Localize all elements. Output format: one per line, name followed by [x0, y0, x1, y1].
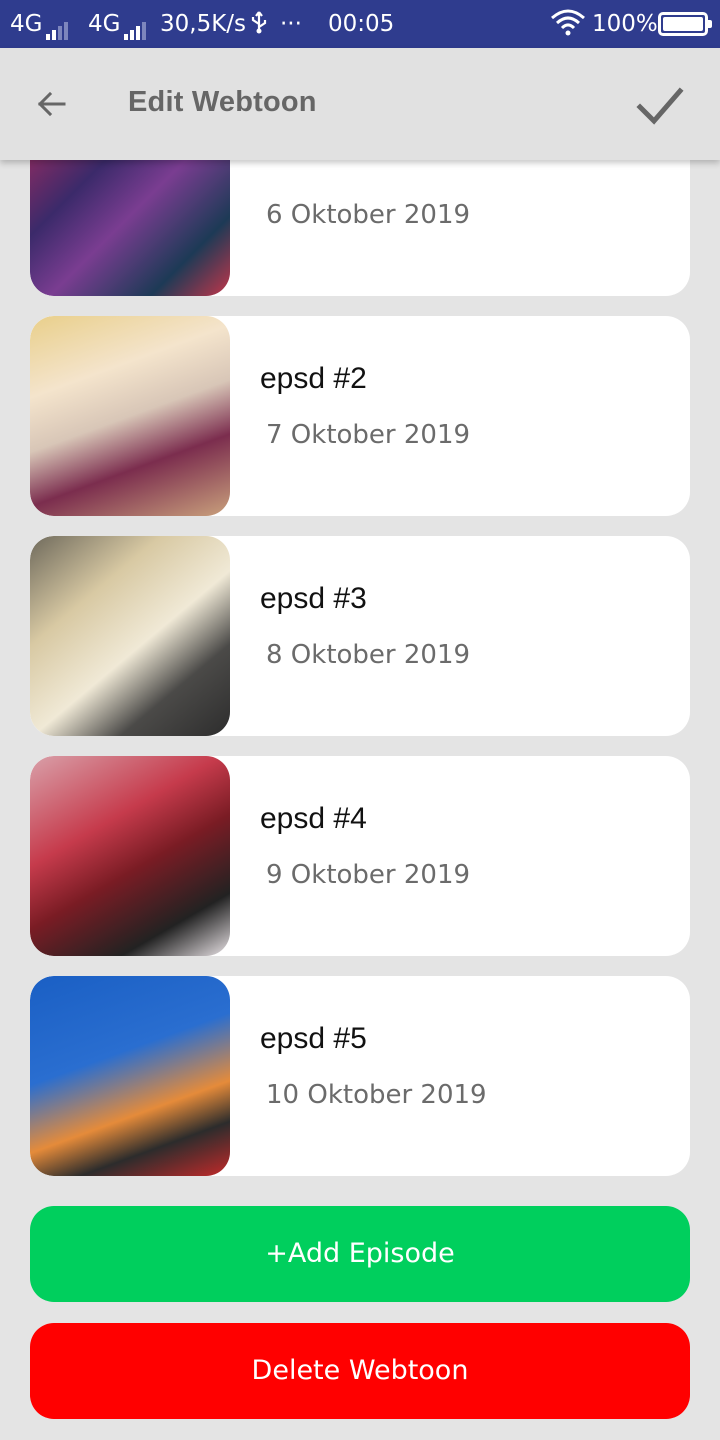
- delete-webtoon-button[interactable]: Delete Webtoon: [30, 1323, 690, 1419]
- network-speed: 30,5K/s: [160, 11, 247, 37]
- episode-date: 8 Oktober 2019: [266, 640, 471, 670]
- episode-thumbnail: [30, 316, 230, 516]
- status-bar: 4G 4G 30,5K/s ··· 00:05 100%: [0, 0, 720, 48]
- add-episode-button[interactable]: +Add Episode: [30, 1206, 690, 1302]
- episode-date: 6 Oktober 2019: [266, 200, 471, 230]
- more-notifications-icon: ···: [280, 11, 302, 37]
- network-type-label: 4G: [10, 11, 43, 37]
- arrow-left-icon[interactable]: [30, 82, 74, 126]
- episode-card[interactable]: 6 Oktober 2019: [30, 160, 690, 296]
- episode-thumbnail: [30, 976, 230, 1176]
- episode-thumbnail: [30, 160, 230, 296]
- app-bar: Edit Webtoon: [0, 48, 720, 160]
- wifi-icon: [550, 8, 586, 43]
- check-icon[interactable]: [632, 78, 688, 134]
- page-title: Edit Webtoon: [128, 86, 317, 118]
- episode-card[interactable]: epsd #2 7 Oktober 2019: [30, 316, 690, 516]
- episode-title: epsd #4: [260, 802, 367, 835]
- episode-card[interactable]: epsd #4 9 Oktober 2019: [30, 756, 690, 956]
- network-indicator-2: 4G: [88, 10, 148, 40]
- episode-card[interactable]: epsd #3 8 Oktober 2019: [30, 536, 690, 736]
- signal-icon: [124, 12, 148, 40]
- episode-card[interactable]: epsd #5 10 Oktober 2019: [30, 976, 690, 1176]
- network-type-label: 4G: [88, 11, 121, 37]
- network-indicator-1: 4G: [10, 10, 70, 40]
- episode-date: 10 Oktober 2019: [266, 1080, 487, 1110]
- episode-title: epsd #5: [260, 1022, 367, 1055]
- episode-thumbnail: [30, 536, 230, 736]
- episode-date: 7 Oktober 2019: [266, 420, 471, 450]
- usb-icon: [250, 10, 268, 41]
- episode-title: epsd #2: [260, 362, 367, 395]
- episode-list[interactable]: 6 Oktober 2019 epsd #2 7 Oktober 2019 ep…: [0, 160, 720, 1200]
- episode-title: epsd #3: [260, 582, 367, 615]
- battery-percent: 100%: [592, 11, 658, 37]
- episode-date: 9 Oktober 2019: [266, 860, 471, 890]
- signal-icon: [46, 12, 70, 40]
- episode-thumbnail: [30, 756, 230, 956]
- clock: 00:05: [328, 11, 395, 37]
- battery-icon: [658, 12, 712, 36]
